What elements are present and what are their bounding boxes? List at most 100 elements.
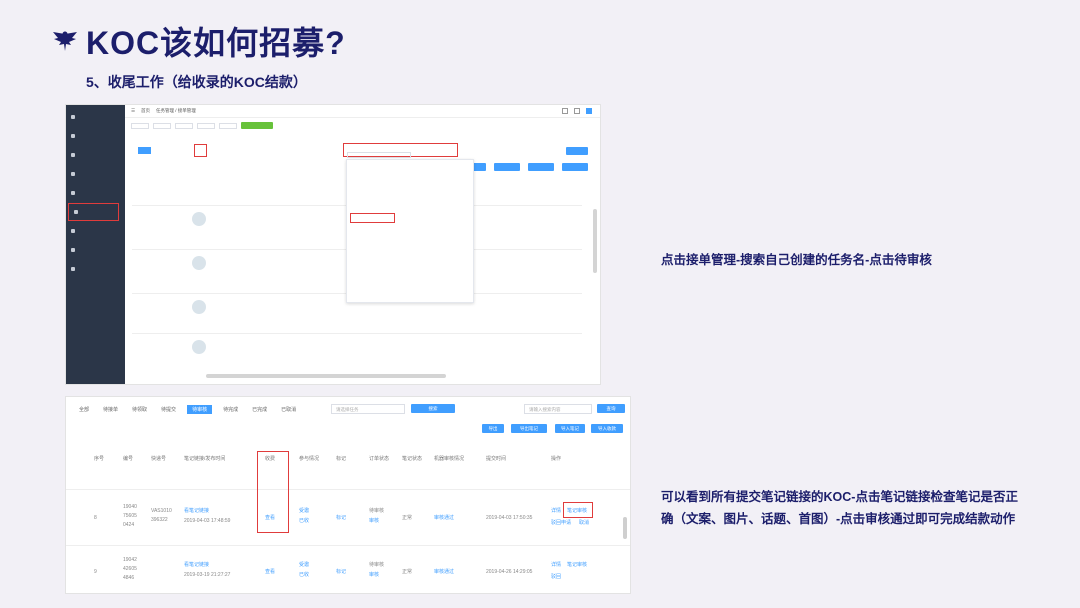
title-row: KOC该如何招募? <box>52 18 346 64</box>
col-note-status: 笔记状态 <box>402 456 423 462</box>
tab-pending-review[interactable]: 待审核 <box>187 405 213 414</box>
sidebar-item[interactable] <box>66 241 125 259</box>
table-row: 8 19040 75605 0424 VAS1010 396322 看笔记链接 … <box>66 489 630 545</box>
action-button[interactable] <box>528 163 554 171</box>
export-notes-button[interactable]: 导出笔记 <box>511 424 547 433</box>
filter-select[interactable] <box>131 122 149 129</box>
avatar[interactable] <box>586 108 592 114</box>
vertical-scrollbar[interactable] <box>623 517 627 539</box>
order-status-2[interactable]: 审核 <box>369 517 379 525</box>
sidebar-icon <box>74 210 78 214</box>
order-status-tabs: 全部 待接单 待领取 待提交 待审核 待完成 已完成 已取消 <box>76 405 299 414</box>
note-link[interactable]: 看笔记链接 <box>184 561 209 569</box>
detail-link[interactable]: 详情 <box>551 561 561 569</box>
dropdown-option[interactable] <box>347 160 473 171</box>
menu-icon[interactable]: ☰ <box>131 108 135 114</box>
row-index: 9 <box>94 569 97 575</box>
filter-select[interactable] <box>153 122 171 129</box>
tab[interactable] <box>225 147 233 154</box>
tab-cancelled[interactable]: 已取消 <box>278 405 299 414</box>
row-express-1: VAS1010 <box>151 508 172 514</box>
participation-1[interactable]: 受邀 <box>299 561 309 569</box>
task-select[interactable]: 请选择任务 <box>331 404 405 414</box>
detail-link[interactable]: 详情 <box>551 507 561 515</box>
machine-review[interactable]: 审核通过 <box>434 568 454 576</box>
query-button[interactable]: 查询 <box>597 404 625 413</box>
horizontal-scrollbar[interactable] <box>206 374 446 378</box>
col-submit-time: 提交时间 <box>486 456 507 462</box>
tab[interactable] <box>212 147 220 154</box>
sidebar-item[interactable] <box>66 184 125 202</box>
query-button[interactable] <box>566 147 588 155</box>
sidebar-item[interactable] <box>66 260 125 278</box>
avatar <box>192 212 206 226</box>
sidebar-item[interactable] <box>66 108 125 126</box>
filter-select[interactable] <box>219 122 237 129</box>
sidebar-icon <box>71 172 75 176</box>
sidebar-item[interactable] <box>66 222 125 240</box>
filter-select[interactable] <box>197 122 215 129</box>
export-button[interactable]: 导出 <box>482 424 504 433</box>
sidebar-item[interactable] <box>66 146 125 164</box>
dropdown-option[interactable] <box>347 181 473 192</box>
review-link[interactable]: 笔记审核 <box>567 561 587 569</box>
tab-pending-claim[interactable]: 待领取 <box>129 405 150 414</box>
search-input[interactable]: 请输入搜索内容 <box>524 404 592 414</box>
dropdown-option-selected[interactable] <box>350 212 395 223</box>
reject-link[interactable]: 驳回 <box>551 573 561 581</box>
order-status-1: 待审核 <box>369 508 385 514</box>
dropdown-option[interactable] <box>347 254 473 265</box>
breadcrumb-home[interactable]: 首页 <box>141 108 150 114</box>
search-button[interactable]: 搜索 <box>411 404 455 413</box>
sidebar-item[interactable] <box>66 165 125 183</box>
dropdown-option[interactable] <box>347 223 473 234</box>
dropdown-option[interactable] <box>347 244 473 255</box>
task-search-input[interactable] <box>347 151 411 158</box>
import-notes-button[interactable]: 导入笔记 <box>555 424 585 433</box>
tab-pending-review[interactable] <box>193 144 207 157</box>
fee-link[interactable]: 查看 <box>265 568 275 576</box>
dropdown-option[interactable] <box>347 192 473 203</box>
tab[interactable] <box>156 147 164 154</box>
sidebar-item[interactable] <box>66 127 125 145</box>
dropdown-option[interactable] <box>347 202 473 213</box>
tab[interactable] <box>168 147 176 154</box>
participation-2[interactable]: 已收 <box>299 571 309 579</box>
action-button[interactable] <box>562 163 588 171</box>
avatar <box>192 256 206 270</box>
participation-1[interactable]: 受邀 <box>299 507 309 515</box>
reject-link[interactable]: 驳回申请 <box>551 519 571 527</box>
sidebar-icon <box>71 191 75 195</box>
col-note-link: 笔记链接/发布时间 <box>184 456 226 462</box>
sidebar-item-order-management[interactable] <box>68 203 119 221</box>
topbar: ☰ 首页 任务管理 / 接单管理 <box>125 105 600 118</box>
tab-pending-accept[interactable]: 待接单 <box>100 405 121 414</box>
add-button[interactable] <box>241 122 273 129</box>
machine-review[interactable]: 审核通过 <box>434 514 454 522</box>
tab-all[interactable]: 全部 <box>76 405 92 414</box>
tab-all[interactable] <box>138 147 151 154</box>
filter-select[interactable] <box>175 122 193 129</box>
action-button[interactable] <box>494 163 520 171</box>
col-machine-review: 机器审核情况 <box>434 456 465 462</box>
sidebar-icon <box>71 115 75 119</box>
tab-pending-submit[interactable]: 待提交 <box>158 405 179 414</box>
order-status-2[interactable]: 审核 <box>369 571 379 579</box>
tag-link[interactable]: 标记 <box>336 568 346 576</box>
tab[interactable] <box>181 147 189 154</box>
participation-2[interactable]: 已收 <box>299 517 309 525</box>
tag-link[interactable]: 标记 <box>336 514 346 522</box>
note-link[interactable]: 看笔记链接 <box>184 507 209 515</box>
order-review-screenshot: 全部 待接单 待领取 待提交 待审核 待完成 已完成 已取消 请选择任务 搜索 … <box>65 396 631 594</box>
dropdown-option[interactable] <box>347 233 473 244</box>
fullscreen-icon[interactable] <box>562 108 568 114</box>
tab-completed[interactable]: 已完成 <box>249 405 270 414</box>
import-payment-button[interactable]: 导入收款 <box>591 424 623 433</box>
vertical-scrollbar[interactable] <box>593 209 597 273</box>
settings-icon[interactable] <box>574 108 580 114</box>
col-participation: 参与情况 <box>299 456 320 462</box>
cancel-link[interactable]: 取消 <box>579 519 589 527</box>
dropdown-option[interactable] <box>347 171 473 182</box>
row-id-1: 19042 <box>123 557 137 563</box>
tab-pending-complete[interactable]: 待完成 <box>220 405 241 414</box>
